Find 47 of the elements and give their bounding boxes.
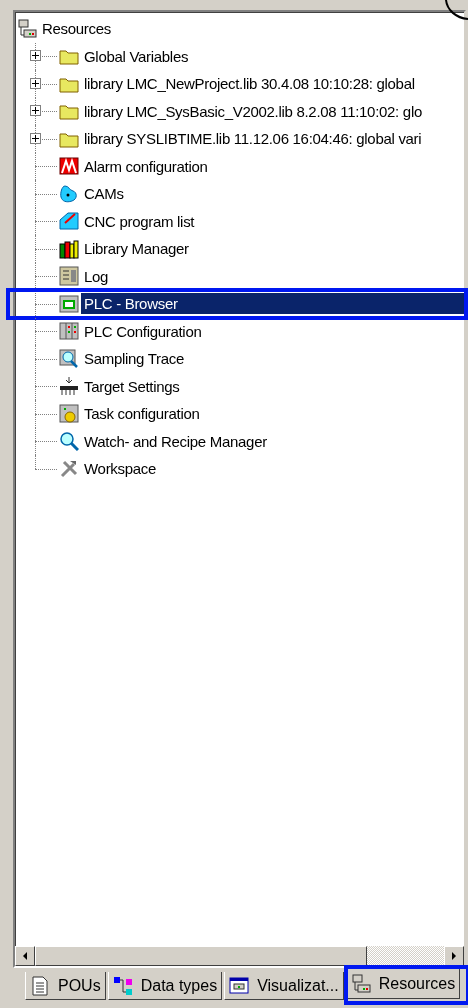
- network-icon: [17, 18, 37, 39]
- tree-item[interactable]: Alarm configuration: [81, 155, 211, 177]
- tree-item[interactable]: Sampling Trace: [81, 348, 188, 370]
- screen-icon: [229, 975, 250, 996]
- tab[interactable]: Data types: [107, 972, 223, 1000]
- tree-item[interactable]: library LMC_NewProject.lib 30.4.08 10:10:28: global: [81, 73, 418, 95]
- tab[interactable]: POUs: [25, 972, 106, 1000]
- cam-icon: [59, 183, 79, 204]
- books-icon: [59, 238, 79, 259]
- network-icon: [350, 973, 371, 994]
- tree-item[interactable]: Resources: [39, 18, 114, 40]
- tree-item[interactable]: library LMC_SysBasic_V2002.lib 8.2.08 11:10:02: glo: [81, 100, 425, 122]
- tree-item[interactable]: Library Manager: [81, 238, 192, 260]
- tree-item[interactable]: library SYSLIBTIME.lib 11.12.06 16:04:46: global vari: [81, 128, 425, 150]
- tree-item[interactable]: CAMs: [81, 183, 127, 205]
- tree-item[interactable]: Target Settings: [81, 375, 183, 397]
- tree-item[interactable]: CNC program list: [81, 210, 198, 232]
- tree-item[interactable]: Log: [81, 265, 112, 287]
- tree-item[interactable]: Global Variables: [81, 45, 192, 67]
- scroll-right-button[interactable]: [444, 946, 464, 966]
- task-icon: [59, 403, 79, 424]
- expand-icon[interactable]: [30, 77, 41, 89]
- scroll-left-button[interactable]: [15, 946, 35, 966]
- tree-item[interactable]: Watch- and Recipe Manager: [81, 430, 270, 452]
- tree-item[interactable]: Task configuration: [81, 403, 203, 425]
- expand-icon[interactable]: [30, 132, 41, 144]
- expand-icon[interactable]: [30, 50, 41, 62]
- chip-icon: [59, 376, 79, 397]
- alarm-icon: [59, 156, 79, 177]
- tab[interactable]: Resources: [345, 969, 461, 999]
- rack-icon: [59, 321, 79, 342]
- magnifier-icon: [59, 348, 79, 369]
- cnc-icon: [59, 211, 79, 232]
- scrollbar-thumb[interactable]: [35, 946, 367, 966]
- tree-item[interactable]: Workspace: [81, 458, 160, 480]
- document-icon: [30, 975, 50, 996]
- log-icon: [59, 266, 79, 287]
- browser-icon: [59, 293, 79, 314]
- left-arrow-icon: [22, 952, 28, 960]
- search-icon: [59, 431, 79, 452]
- blocks-icon: [112, 975, 133, 996]
- tools-icon: [59, 458, 79, 479]
- right-arrow-icon: [451, 952, 457, 960]
- tree-item[interactable]: PLC - Browser: [81, 293, 464, 315]
- expand-icon[interactable]: [30, 105, 41, 117]
- tab[interactable]: Visualizat...: [224, 972, 344, 1000]
- tree-item[interactable]: PLC Configuration: [81, 320, 205, 342]
